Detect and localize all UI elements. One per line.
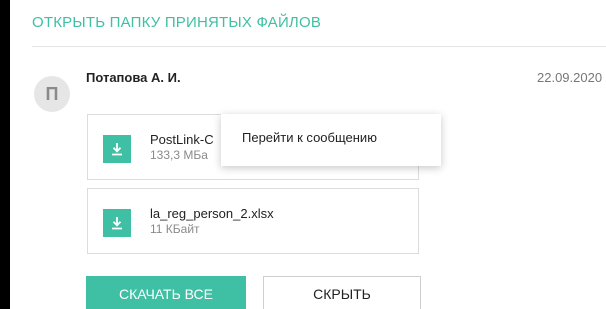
avatar: П [34, 76, 70, 112]
download-icon[interactable] [103, 209, 131, 237]
message-panel: ОТКРЫТЬ ПАПКУ ПРИНЯТЫХ ФАЙЛОВ П Потапова… [10, 0, 606, 309]
divider [32, 46, 606, 47]
open-received-files-link[interactable]: ОТКРЫТЬ ПАПКУ ПРИНЯТЫХ ФАЙЛОВ [32, 14, 321, 31]
message-date: 22.09.2020 [537, 70, 603, 85]
file-size: 133,3 МБа [150, 148, 208, 162]
download-icon[interactable] [103, 135, 131, 163]
context-menu: Перейти к сообщению [221, 114, 441, 166]
file-size: 11 КБайт [150, 222, 200, 236]
context-menu-item-go-to-message[interactable]: Перейти к сообщению [242, 130, 441, 145]
download-all-button[interactable]: СКАЧАТЬ ВСЕ [86, 276, 246, 309]
file-attachment[interactable]: la_reg_person_2.xlsx 11 КБайт [87, 188, 419, 254]
file-name[interactable]: la_reg_person_2.xlsx [150, 206, 274, 221]
sender-name: Потапова А. И. [86, 70, 181, 85]
hide-button[interactable]: СКРЫТЬ [263, 276, 421, 309]
file-name[interactable]: PostLink-C [150, 132, 214, 147]
